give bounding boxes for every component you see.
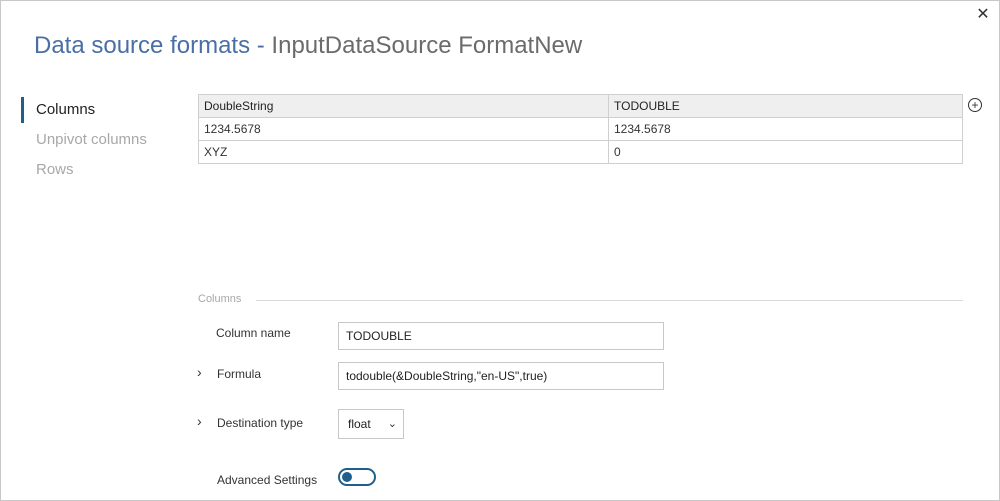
table-cell[interactable]: 0 xyxy=(608,140,963,164)
chevron-down-icon: ⌄ xyxy=(387,418,397,430)
title-separator: - xyxy=(250,32,272,59)
close-icon[interactable]: ✕ xyxy=(975,7,991,23)
section-divider xyxy=(256,300,963,301)
advanced-settings-toggle[interactable] xyxy=(338,468,376,486)
title-sub: InputDataSource FormatNew xyxy=(271,32,583,59)
section-label: Columns xyxy=(198,293,250,305)
columns-section-header: Columns xyxy=(198,293,963,307)
side-nav: Columns Unpivot columns Rows xyxy=(21,95,147,185)
dialog: ✕ Data source formats - InputDataSource … xyxy=(0,0,1000,501)
table-row[interactable]: 1234.5678 1234.5678 xyxy=(198,117,963,141)
destination-type-select[interactable]: float ⌄ xyxy=(338,409,404,439)
advanced-settings-label: Advanced Settings xyxy=(217,473,318,487)
toggle-knob xyxy=(342,472,352,482)
formula-label: Formula xyxy=(217,367,262,381)
nav-item-rows[interactable]: Rows xyxy=(21,155,147,185)
table-cell[interactable]: 1234.5678 xyxy=(198,117,609,141)
destination-type-value: float xyxy=(348,417,371,431)
add-column-icon[interactable]: + xyxy=(968,98,982,112)
column-header[interactable]: DoubleString xyxy=(198,94,609,118)
nav-item-columns[interactable]: Columns xyxy=(21,95,147,125)
column-header[interactable]: TODOUBLE xyxy=(608,94,963,118)
page-title: Data source formats - InputDataSource Fo… xyxy=(34,32,582,60)
grid-header-row: DoubleString TODOUBLE xyxy=(198,94,963,118)
chevron-right-icon[interactable]: › xyxy=(197,413,202,429)
title-main: Data source formats xyxy=(34,32,251,59)
destination-type-label: Destination type xyxy=(217,416,304,430)
table-row[interactable]: XYZ 0 xyxy=(198,140,963,164)
table-cell[interactable]: 1234.5678 xyxy=(608,117,963,141)
data-grid: DoubleString TODOUBLE 1234.5678 1234.567… xyxy=(198,94,963,164)
table-cell[interactable]: XYZ xyxy=(198,140,609,164)
column-name-field[interactable]: TODOUBLE xyxy=(338,322,664,350)
formula-field[interactable]: todouble(&DoubleString,"en-US",true) xyxy=(338,362,664,390)
nav-item-unpivot-columns[interactable]: Unpivot columns xyxy=(21,125,147,155)
column-name-label: Column name xyxy=(216,326,291,340)
chevron-right-icon[interactable]: › xyxy=(197,364,202,380)
